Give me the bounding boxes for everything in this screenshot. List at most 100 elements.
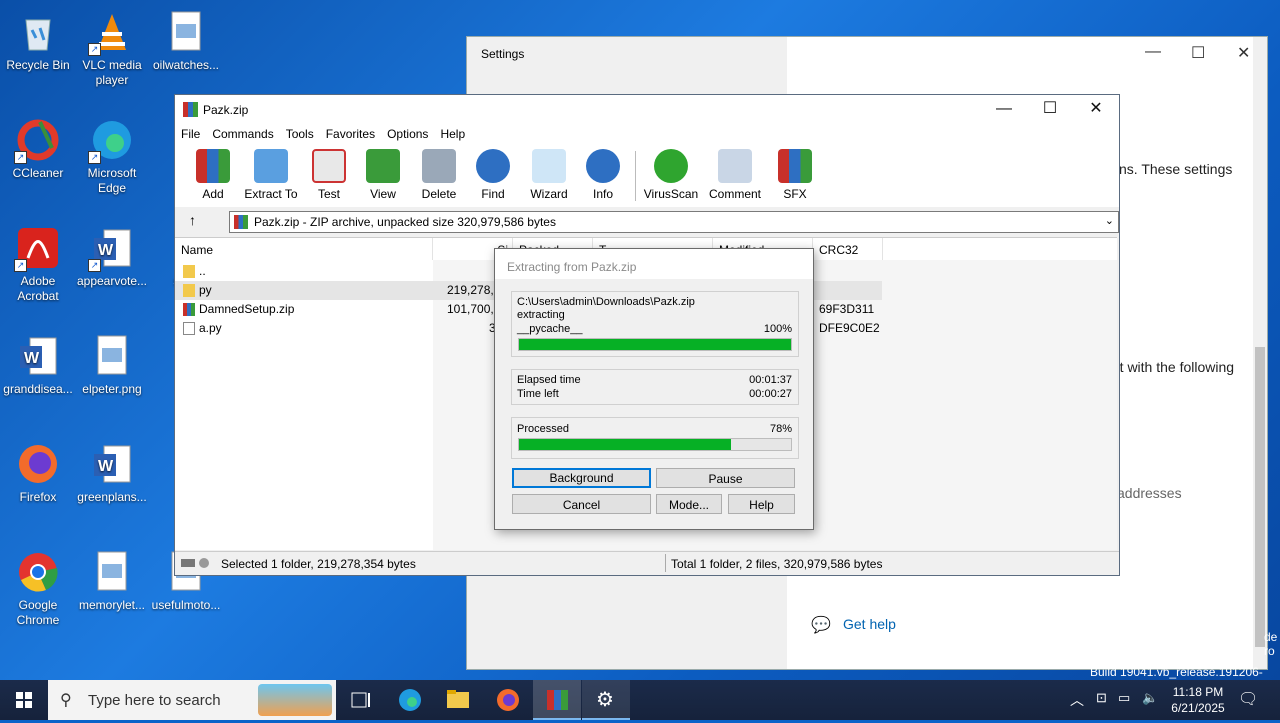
desktop-icon-label: elpeter.png	[82, 382, 142, 396]
edge-icon	[399, 689, 421, 711]
test-button[interactable]: Test	[299, 149, 359, 201]
address-bar: ↑ Pazk.zip - ZIP archive, unpacked size …	[175, 209, 1119, 235]
dialog-title-bar: Extracting from Pazk.zip	[495, 249, 813, 279]
start-button[interactable]	[0, 680, 48, 720]
desktop-icon-label: usefulmoto...	[151, 598, 221, 612]
taskbar-search-box[interactable]: ⚲ Type here to search	[48, 680, 336, 720]
mode-button[interactable]: Mode...	[656, 494, 722, 514]
word-doc-icon: W	[16, 334, 60, 378]
file-progress-fill	[519, 339, 791, 350]
title-bar: Pazk.zip — ☐ ✕	[175, 95, 1119, 125]
vlc-icon: ↗	[88, 10, 134, 56]
comment-icon	[718, 149, 752, 183]
maximize-button[interactable]: ☐	[1191, 43, 1205, 63]
taskbar-edge[interactable]	[386, 680, 434, 720]
info-button[interactable]: Info	[573, 149, 633, 201]
svg-text:W: W	[98, 458, 114, 475]
extract-to-button[interactable]: Extract To	[241, 149, 301, 201]
status-divider	[665, 554, 666, 572]
menu-tools[interactable]: Tools	[280, 125, 320, 143]
menu-help[interactable]: Help	[434, 125, 471, 143]
comment-button[interactable]: Comment	[705, 149, 765, 201]
scrollbar[interactable]	[1253, 37, 1267, 669]
folder-icon	[183, 265, 195, 278]
get-help-link[interactable]: Get help	[843, 616, 896, 632]
current-file: __pycache__	[517, 323, 583, 335]
desktop-icon-label: Microsoft Edge	[87, 166, 137, 195]
find-button[interactable]: Find	[463, 149, 523, 201]
pause-button[interactable]: Pause	[656, 468, 795, 488]
search-highlight-image	[258, 684, 332, 716]
winrar-app-icon	[183, 102, 198, 117]
desktop-icon-acrobat[interactable]: ↗ Adobe Acrobat	[0, 226, 76, 304]
taskbar-firefox[interactable]	[484, 680, 532, 720]
ccleaner-icon: ↗	[14, 118, 60, 164]
settings-text: addresses	[1117, 485, 1182, 501]
minimize-button[interactable]: —	[1145, 43, 1161, 61]
notification-icon[interactable]: 🗨	[1238, 689, 1258, 709]
svg-text:W: W	[98, 242, 114, 259]
desktop-icon-appearvote[interactable]: W ↗ appearvote...	[74, 226, 150, 289]
tray-volume-icon[interactable]: 🔈	[1142, 690, 1158, 706]
desktop-icon-oilwatches[interactable]: oilwatches...	[148, 10, 224, 73]
tray-monitor-icon[interactable]: ▭	[1118, 690, 1130, 706]
winrar-app-icon	[547, 690, 568, 710]
close-button[interactable]: ✕	[1073, 95, 1119, 125]
minimize-button[interactable]: —	[981, 95, 1027, 125]
sfx-button[interactable]: SFX	[765, 149, 825, 201]
scrollbar-thumb[interactable]	[1255, 347, 1265, 647]
up-arrow-icon[interactable]: ↑	[189, 212, 196, 228]
taskbar-winrar[interactable]	[533, 680, 581, 720]
cancel-button[interactable]: Cancel	[512, 494, 651, 514]
delete-button[interactable]: Delete	[409, 149, 469, 201]
clock-date: 6/21/2025	[1171, 701, 1225, 715]
window-title: Pazk.zip	[203, 103, 249, 117]
maximize-button[interactable]: ☐	[1027, 95, 1073, 125]
desktop-icon-chrome[interactable]: Google Chrome	[0, 550, 76, 628]
extract-progress-dialog[interactable]: Extracting from Pazk.zip C:\Users\admin\…	[494, 248, 814, 530]
trash-icon	[422, 149, 456, 183]
folder-icon	[447, 690, 469, 708]
tray-network-icon[interactable]: ⊡	[1096, 690, 1107, 706]
menu-favorites[interactable]: Favorites	[320, 125, 381, 143]
chevron-down-icon[interactable]: ⌄	[1105, 214, 1114, 227]
taskbar-settings[interactable]: ⚙	[582, 680, 630, 720]
address-combobox[interactable]: Pazk.zip - ZIP archive, unpacked size 32…	[229, 211, 1119, 233]
column-header-crc32[interactable]: CRC32	[813, 238, 883, 260]
desktop-icon-edge[interactable]: ↗ Microsoft Edge	[74, 118, 150, 196]
search-placeholder: Type here to search	[88, 692, 221, 709]
desktop-icon-ccleaner[interactable]: ↗ CCleaner	[0, 118, 76, 181]
desktop-icon-elpeter[interactable]: elpeter.png	[74, 334, 150, 397]
desktop-icon-greenplans[interactable]: W greenplans...	[74, 442, 150, 505]
desktop-icon-label: Adobe Acrobat	[17, 274, 59, 303]
file-percent: 100%	[763, 323, 792, 335]
menu-file[interactable]: File	[175, 125, 206, 143]
taskbar-clock[interactable]: 11:18 PM 6/21/2025	[1162, 684, 1234, 716]
menu-commands[interactable]: Commands	[206, 125, 279, 143]
column-header-name[interactable]: Name	[175, 238, 433, 260]
windows-logo-icon	[16, 692, 32, 708]
help-button[interactable]: Help	[728, 494, 795, 514]
view-button[interactable]: View	[353, 149, 413, 201]
virusscan-button[interactable]: VirusScan	[641, 149, 701, 201]
desktop-icon-firefox[interactable]: Firefox	[0, 442, 76, 505]
get-help-icon: 💬	[811, 617, 831, 634]
close-button[interactable]: ✕	[1237, 43, 1250, 63]
desktop-icon-vlc[interactable]: ↗ VLC media player	[74, 10, 150, 88]
sfx-icon	[778, 149, 812, 183]
background-button[interactable]: Background	[512, 468, 651, 488]
wizard-button[interactable]: Wizard	[519, 149, 579, 201]
desktop-icon-granddisea[interactable]: W granddisea...	[0, 334, 76, 397]
add-button[interactable]: Add	[183, 149, 243, 201]
desktop-icon-recycle-bin[interactable]: Recycle Bin	[0, 10, 76, 73]
task-view-button[interactable]	[336, 680, 384, 720]
book-icon	[366, 149, 400, 183]
word-doc-icon: W ↗	[88, 226, 134, 272]
desktop-icon-memorylet[interactable]: memorylet...	[74, 550, 150, 613]
wand-icon	[532, 149, 566, 183]
edge-icon: ↗	[88, 118, 134, 164]
menu-options[interactable]: Options	[381, 125, 434, 143]
tray-chevron-up-icon[interactable]: ︿	[1070, 690, 1084, 710]
taskbar-file-explorer[interactable]	[434, 680, 482, 720]
status-selection: Selected 1 folder, 219,278,354 bytes	[221, 557, 416, 571]
